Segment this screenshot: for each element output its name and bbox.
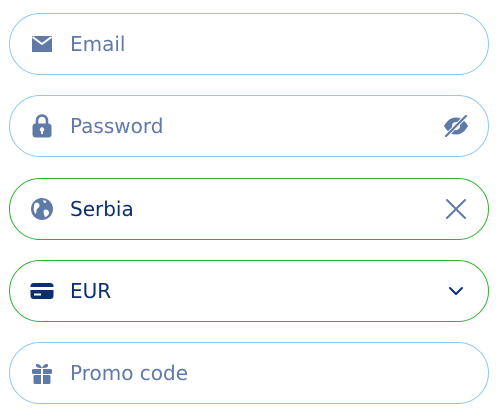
country-value: Serbia [70, 197, 134, 221]
email-field[interactable]: Email [9, 13, 489, 75]
globe-icon [30, 197, 54, 221]
password-placeholder: Password [70, 114, 164, 138]
envelope-icon [30, 32, 54, 56]
email-placeholder: Email [70, 32, 126, 56]
eye-off-icon[interactable] [442, 112, 470, 140]
password-field[interactable]: Password [9, 95, 489, 157]
lock-icon [30, 114, 54, 138]
country-field[interactable]: Serbia [9, 178, 489, 240]
currency-value: EUR [70, 279, 112, 303]
gift-icon [30, 361, 54, 385]
promo-code-placeholder: Promo code [70, 361, 189, 385]
close-icon[interactable] [442, 195, 470, 223]
registration-form: Email Password Serbia EUR Promo code [0, 0, 500, 419]
credit-card-icon [30, 279, 54, 303]
promo-code-field[interactable]: Promo code [9, 342, 489, 404]
chevron-down-icon[interactable] [442, 277, 470, 305]
currency-select[interactable]: EUR [9, 260, 489, 322]
